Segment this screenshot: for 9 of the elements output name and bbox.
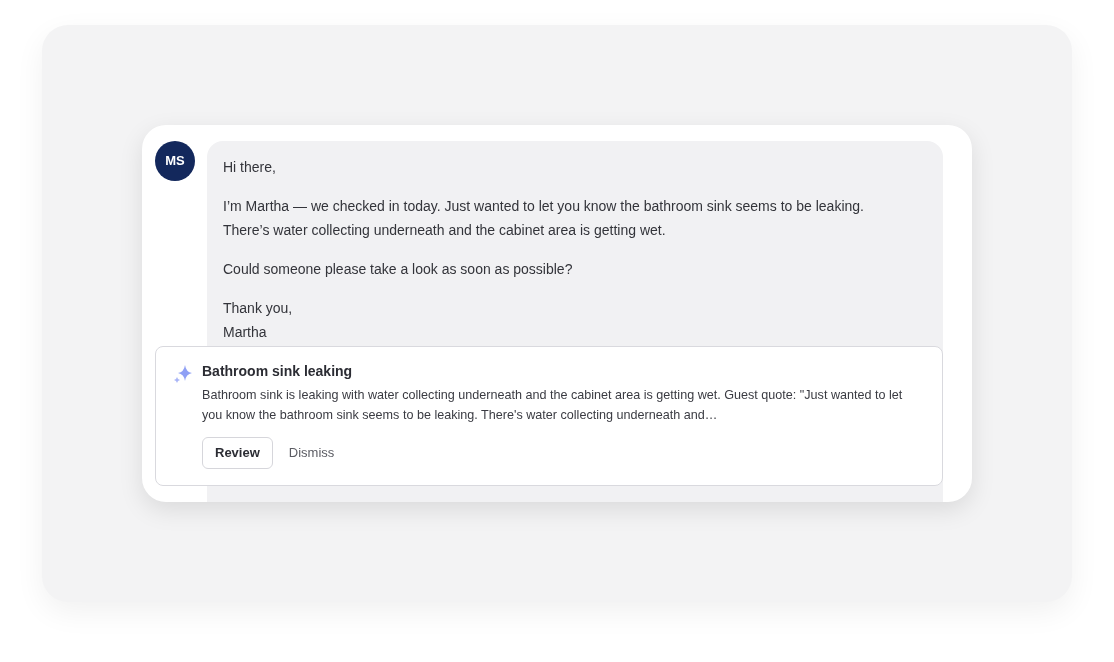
avatar: MS — [155, 141, 195, 181]
review-button[interactable]: Review — [202, 437, 273, 469]
message-text: I’m Martha — we checked in today. Just wanted to let you know the bathroom sink seems to be leaking. There’s water collecting underneath and the cabinet area is getting wet. — [223, 197, 865, 240]
message-text: Hi there, — [223, 158, 277, 177]
suggestion-description: Bathroom sink is leaking with water collecting underneath and the cabinet area is getting wet. Guest quote: "Just wanted to let you know the bathroom sink seems to be leaking. There's water collecting underneath and… — [202, 387, 904, 424]
dismiss-button[interactable]: Dismiss — [280, 437, 343, 469]
message-text: Thank you, Martha — [223, 299, 294, 342]
message-text: Could someone please take a look as soon as possible? — [223, 260, 574, 279]
suggestion-title: Bathroom sink leaking — [202, 362, 354, 381]
